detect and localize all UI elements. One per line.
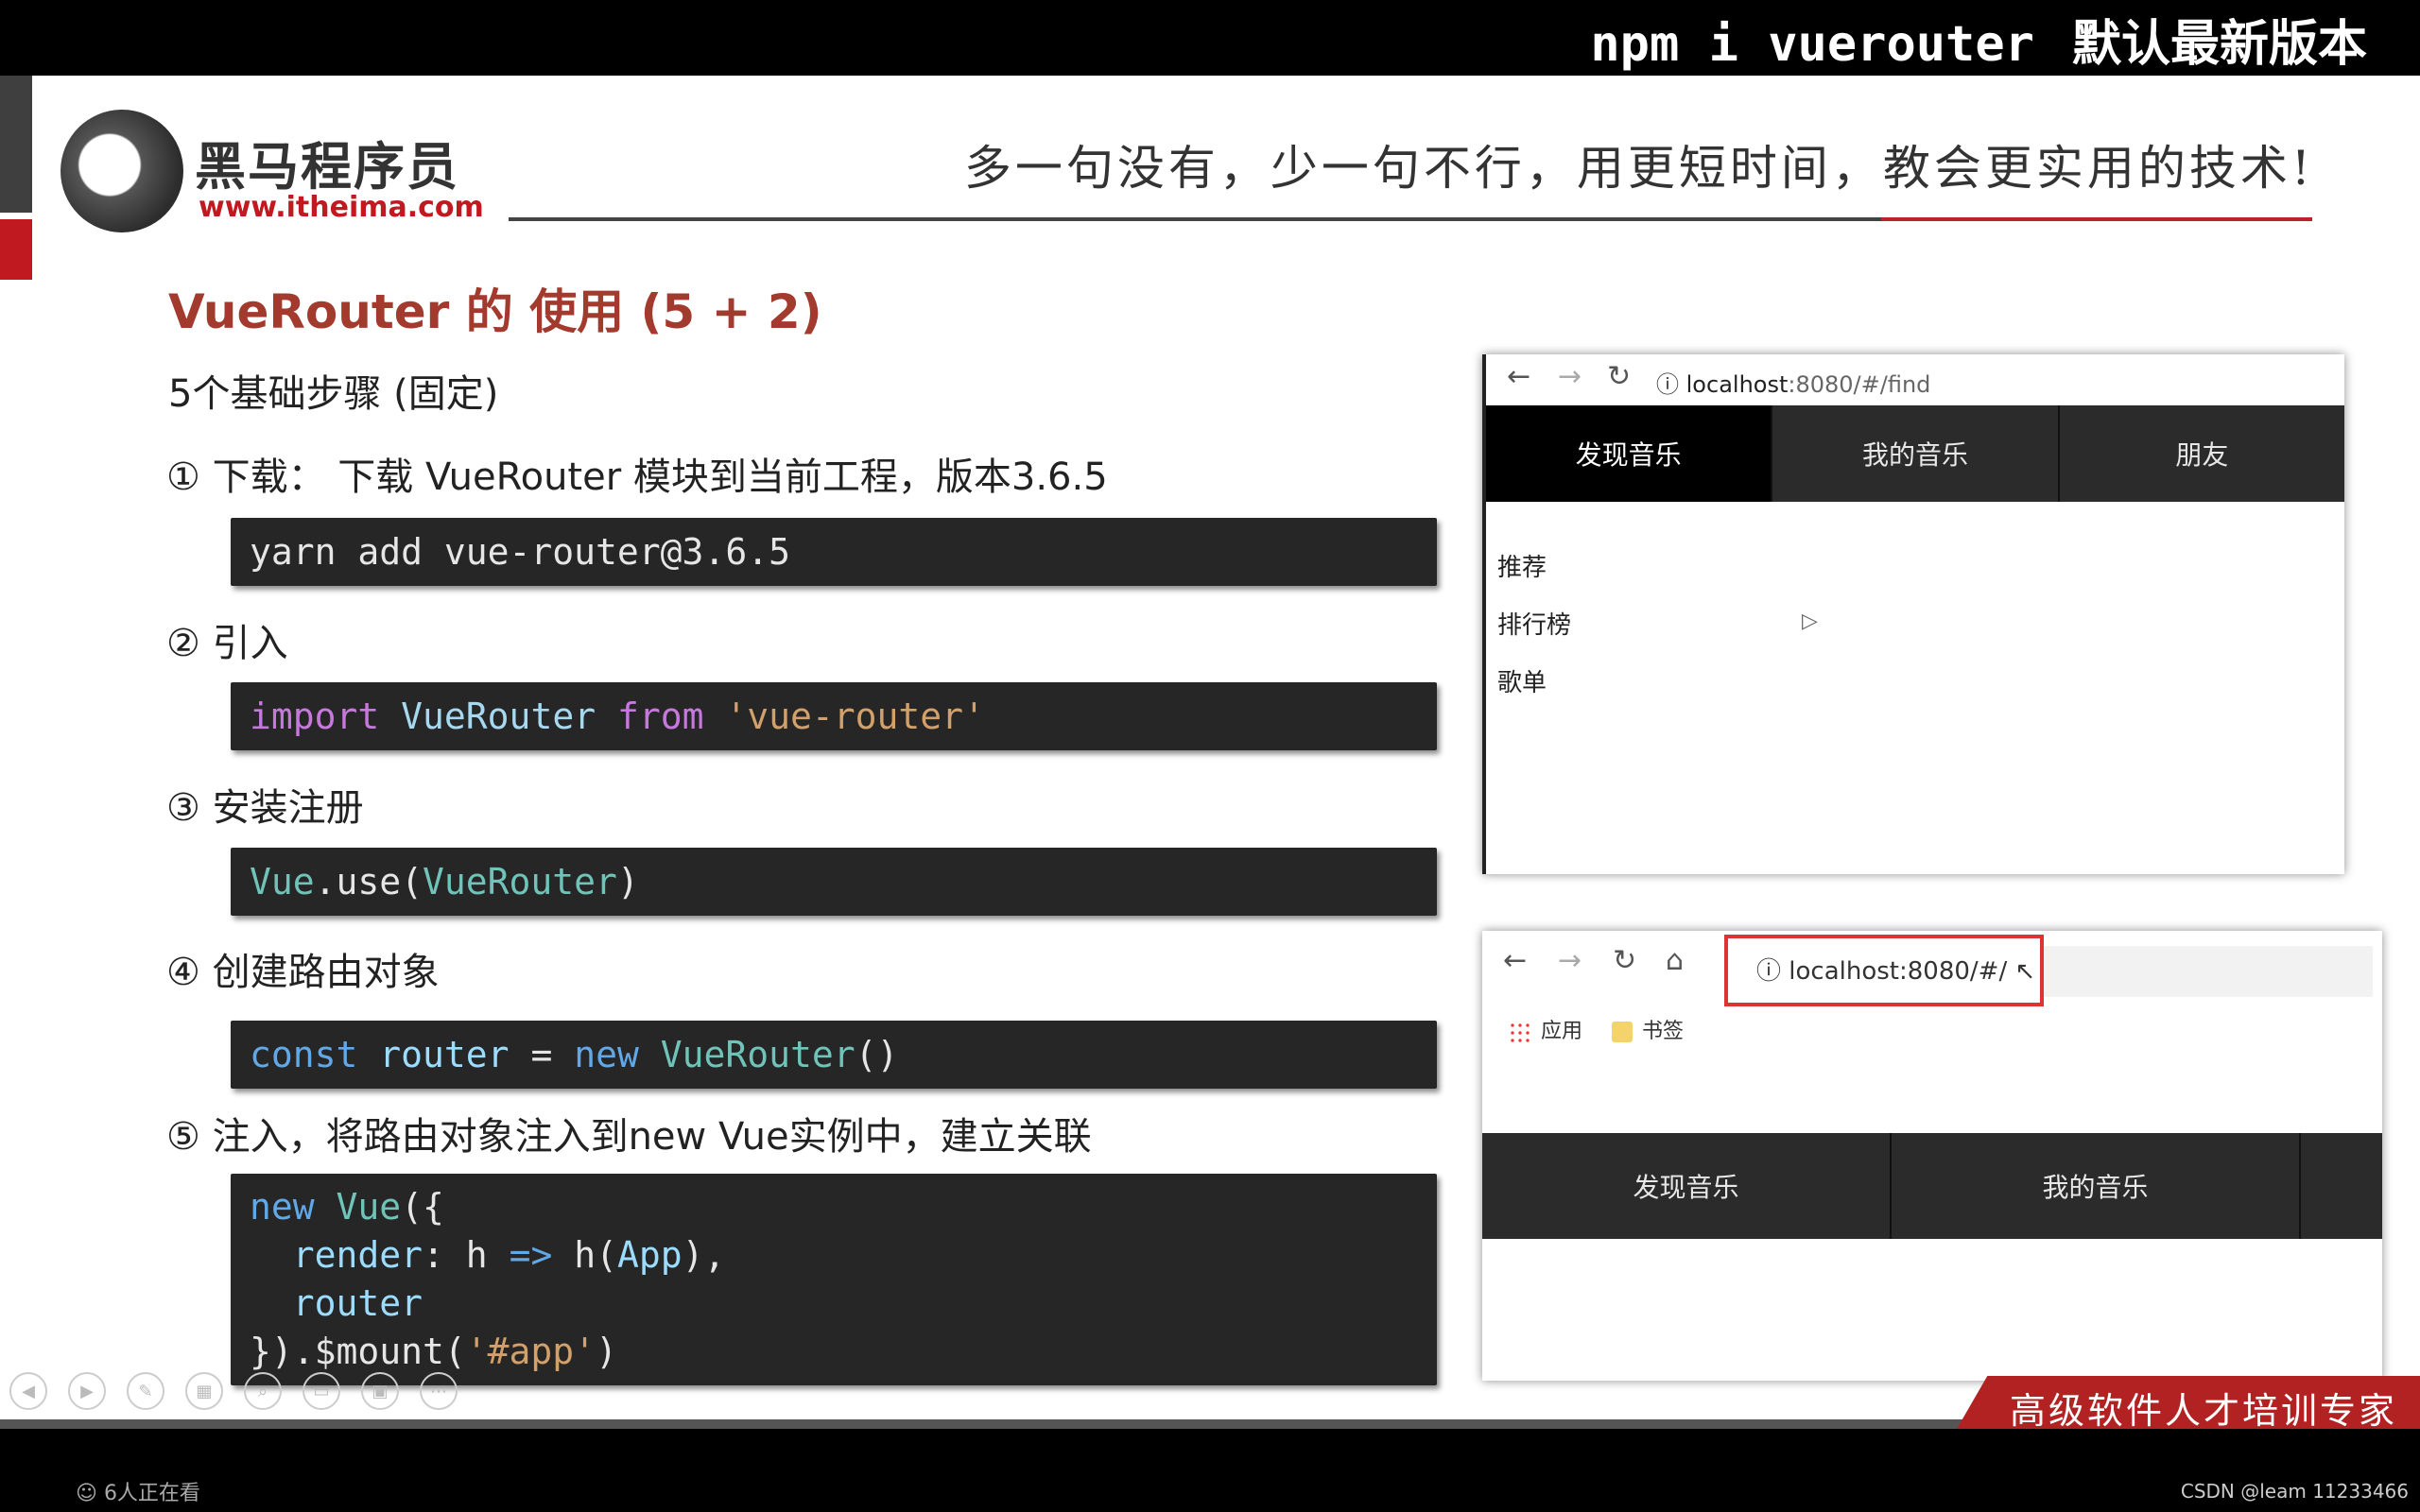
step-1-code: yarn add vue-router@3.6.5	[231, 518, 1437, 586]
step-5-code: new Vue({ render: h => h(App), router })…	[231, 1174, 1437, 1385]
next-slide-icon[interactable]: ▶	[68, 1372, 106, 1410]
more-icon[interactable]: ⋯	[420, 1372, 458, 1410]
tab-my-music[interactable]: 我的音乐	[1772, 405, 2060, 502]
info-icon: ⓘ	[1656, 371, 1686, 398]
step-3-label: ③ 安装注册	[166, 786, 364, 830]
browser-mock-root: ← → ↻ ⌂ ⓘ localhost:8080/#/ ↖ 应用 书签 发现音乐…	[1482, 931, 2382, 1381]
slides-grid-icon[interactable]: ▦	[185, 1372, 223, 1410]
browser-1-tabs: 发现音乐 我的音乐 朋友	[1486, 405, 2344, 502]
tab-find-music[interactable]: 发现音乐	[1486, 405, 1773, 502]
logo: 黑马程序员 www.itheima.com	[60, 110, 484, 232]
zoom-icon[interactable]: ⌕	[244, 1372, 282, 1410]
bookmark-folder[interactable]: 书签	[1612, 1020, 1684, 1043]
slide-left-strip-red	[0, 219, 32, 280]
slide-left-strip	[0, 76, 32, 213]
header-divider-accent	[1881, 217, 2312, 221]
arrow-left-icon[interactable]: ←	[1503, 944, 1527, 977]
top-caption-bar: npm i vuerouter 默认最新版本	[0, 0, 2420, 76]
browser-1-address-bar: ← → ↻ ⓘ localhost:8080/#/find	[1486, 354, 2344, 405]
footer-slogan: 高级软件人才培训专家	[2009, 1390, 2397, 1429]
slide: 黑马程序员 www.itheima.com 多一句没有，少一句不行，用更短时间，…	[0, 76, 2420, 1429]
folder-icon	[1612, 1022, 1634, 1042]
reload-icon[interactable]: ↻	[1613, 944, 1636, 977]
mouse-cursor-icon: ↖	[2007, 957, 2036, 986]
tab-partial[interactable]	[2301, 1133, 2382, 1239]
list-item-ranking[interactable]: 排行榜	[1497, 597, 1571, 655]
step-1-label: ① 下载： 下载 VueRouter 模块到当前工程，版本3.6.5	[166, 455, 1108, 499]
footer-divider	[0, 1419, 1966, 1429]
prev-slide-icon[interactable]: ◀	[9, 1372, 47, 1410]
home-icon[interactable]: ⌂	[1666, 944, 1684, 977]
caption-note: 默认最新版本	[2071, 16, 2367, 73]
step-2-code: import VueRouter from 'vue-router'	[231, 682, 1437, 750]
step-2-label: ② 引入	[166, 622, 288, 665]
info-icon: ⓘ	[1756, 957, 1789, 986]
slide-subtitle: 5个基础步骤 (固定)	[168, 372, 499, 416]
pen-icon[interactable]: ✎	[127, 1372, 164, 1410]
slogan: 多一句没有，少一句不行，用更短时间，教会更实用的技术!	[963, 141, 2314, 196]
step-4-code: const router = new VueRouter()	[231, 1021, 1437, 1089]
tab-my-music[interactable]: 我的音乐	[1892, 1133, 2301, 1239]
arrow-right-icon[interactable]: →	[1558, 360, 1582, 393]
browser-2-toolbar: ← → ↻ ⌂ ⓘ localhost:8080/#/ ↖ 应用 书签	[1482, 931, 2382, 1054]
browser-1-sublist: 推荐 排行榜 歌单	[1497, 540, 1571, 713]
screen-icon[interactable]: ▭	[302, 1372, 340, 1410]
bookmark-apps[interactable]: 应用	[1509, 1020, 1582, 1043]
browser-2-address-field-bg	[2040, 946, 2373, 997]
apps-grid-icon	[1509, 1022, 1530, 1042]
browser-2-url[interactable]: ⓘ localhost:8080/#/ ↖	[1756, 952, 2035, 987]
video-bottom-bar	[0, 1429, 2420, 1512]
step-1-code-text: yarn add vue-router@3.6.5	[250, 531, 790, 573]
reload-icon[interactable]: ↻	[1607, 360, 1631, 393]
arrow-right-icon[interactable]: →	[1558, 944, 1582, 977]
logo-name: 黑马程序员	[195, 137, 459, 197]
horse-logo-icon	[60, 110, 183, 232]
browser-1-url[interactable]: ⓘ localhost:8080/#/find	[1656, 366, 1930, 399]
list-item-recommend[interactable]: 推荐	[1497, 540, 1571, 597]
csdn-watermark: CSDN @leam 11233466	[2180, 1480, 2409, 1503]
step-3-code: Vue.use(VueRouter)	[231, 848, 1437, 916]
viewers-icon: ☺	[76, 1482, 104, 1505]
caption-cmd: npm i vuerouter	[1590, 16, 2034, 73]
bookmarks-bar: 应用 书签	[1509, 1014, 1706, 1044]
list-item-playlist[interactable]: 歌单	[1497, 655, 1571, 713]
viewer-count: ☺ 6人正在看	[76, 1482, 200, 1505]
slideshow-controls: ◀ ▶ ✎ ▦ ⌕ ▭ ▣ ⋯	[9, 1372, 458, 1410]
browser-mock-find: ← → ↻ ⓘ localhost:8080/#/find 发现音乐 我的音乐 …	[1482, 354, 2344, 874]
slide-title: VueRouter 的 使用 (5 + 2)	[168, 284, 822, 339]
logo-url: www.itheima.com	[199, 191, 484, 224]
tab-friends[interactable]: 朋友	[2060, 405, 2344, 502]
browser-2-tabs: 发现音乐 我的音乐	[1482, 1133, 2382, 1239]
step-4-label: ④ 创建路由对象	[166, 951, 440, 994]
subtitle-icon[interactable]: ▣	[361, 1372, 399, 1410]
tab-find-music[interactable]: 发现音乐	[1482, 1133, 1892, 1239]
mouse-cursor-icon: ▷	[1802, 610, 1818, 633]
step-5-label: ⑤ 注入，将路由对象注入到new Vue实例中，建立关联	[166, 1115, 1092, 1159]
caption-text: npm i vuerouter 默认最新版本	[1590, 4, 2367, 75]
arrow-left-icon[interactable]: ←	[1507, 360, 1530, 393]
